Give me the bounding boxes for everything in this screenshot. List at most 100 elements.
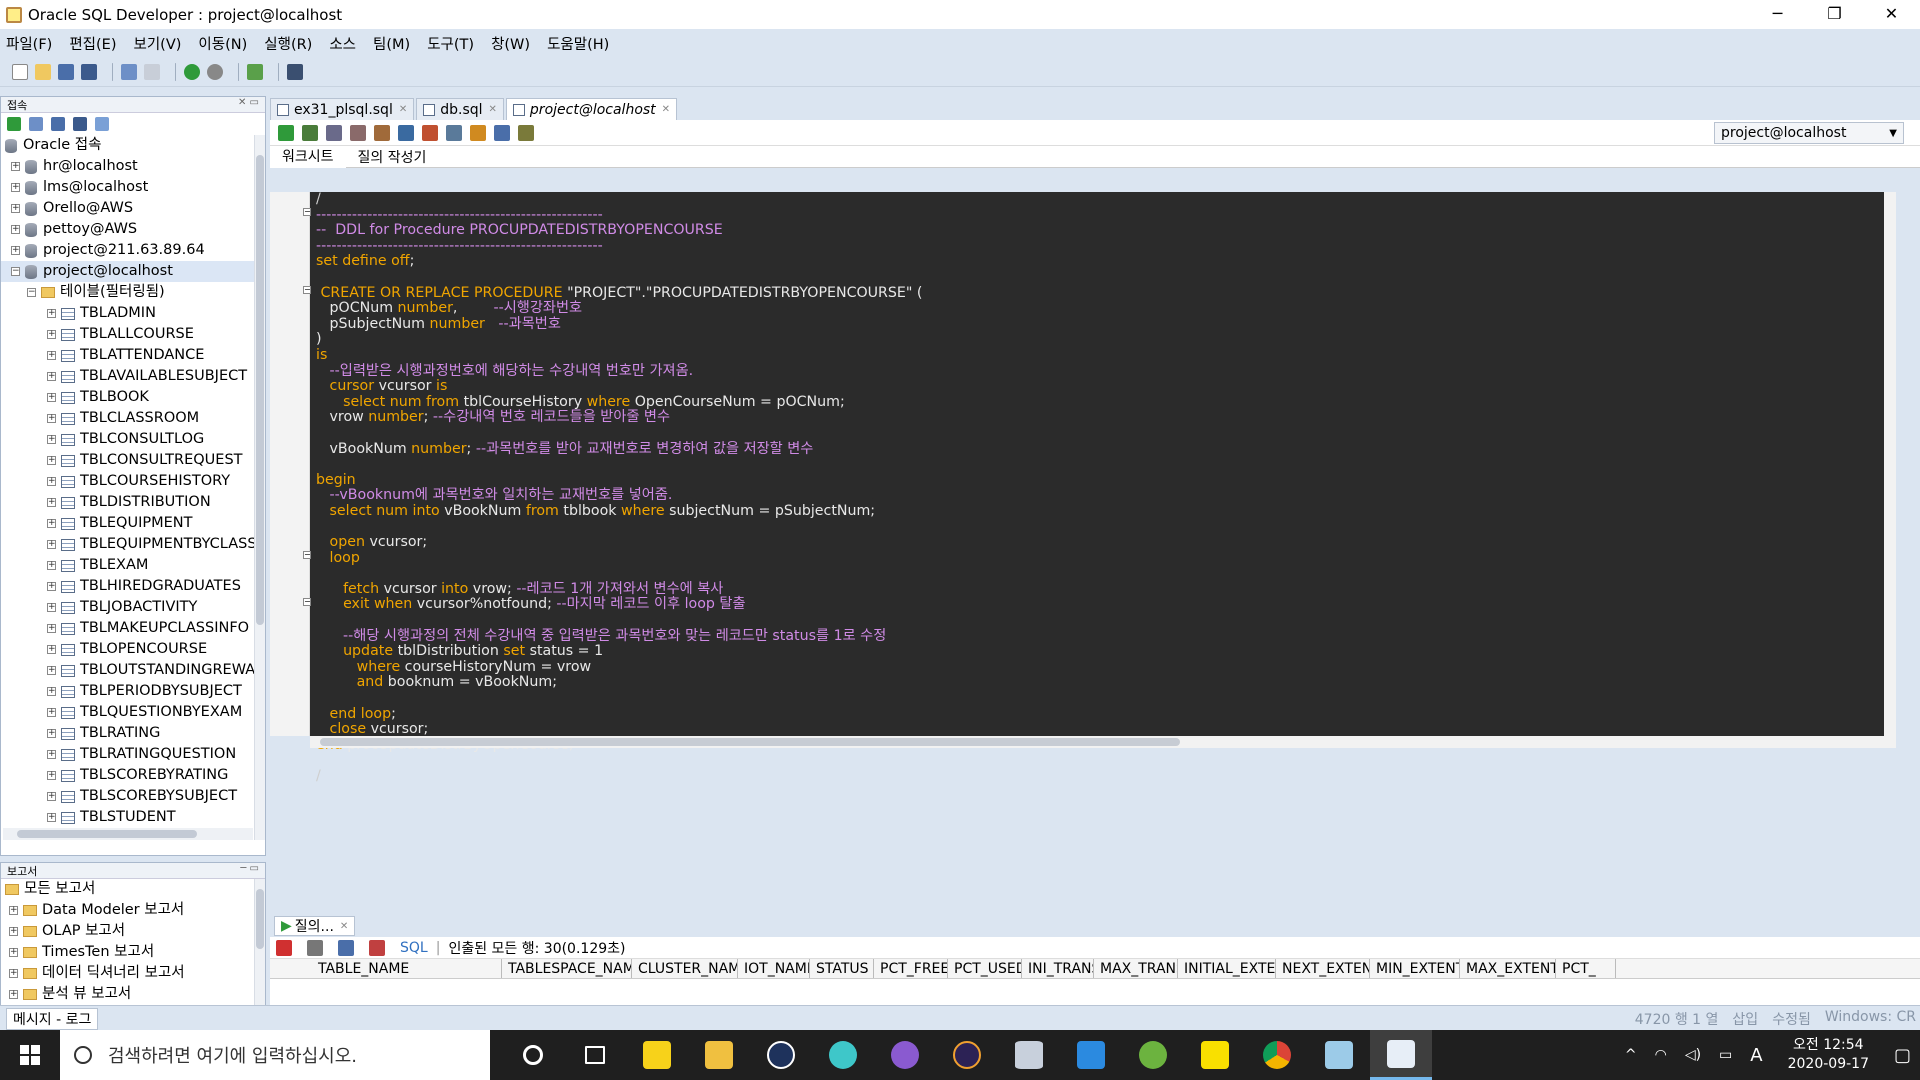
expand-toggle-icon[interactable]: + xyxy=(9,948,18,957)
explain-plan-icon[interactable] xyxy=(398,124,414,141)
expand-toggle-icon[interactable]: + xyxy=(47,477,56,486)
menu-item-4[interactable]: 실행(R) xyxy=(264,33,312,54)
cancel-icon[interactable] xyxy=(369,939,385,956)
tree-table[interactable]: + TBLPERIODBYSUBJECT xyxy=(1,681,265,702)
sticky-notes-icon[interactable] xyxy=(626,1030,688,1080)
expand-toggle-icon[interactable]: + xyxy=(47,624,56,633)
task-view-icon[interactable] xyxy=(564,1030,626,1080)
column-header[interactable]: PCT_FREE xyxy=(874,959,948,978)
expand-toggle-icon[interactable]: + xyxy=(9,906,18,915)
expand-toggle-icon[interactable]: + xyxy=(47,435,56,444)
fold-toggle-icon[interactable]: − xyxy=(303,286,311,294)
expand-toggle-icon[interactable]: + xyxy=(47,813,56,822)
tree-table[interactable]: + TBLCONSULTREQUEST xyxy=(1,450,265,471)
volume-icon[interactable]: ◁) xyxy=(1685,1047,1701,1063)
tree-table[interactable]: + TBLSCOREBYRATING xyxy=(1,765,265,786)
tree-table[interactable]: + TBLOUTSTANDINGREWA xyxy=(1,660,265,681)
menu-item-3[interactable]: 이동(N) xyxy=(198,33,247,54)
run-statement-icon[interactable] xyxy=(278,124,294,141)
expand-toggle-icon[interactable]: + xyxy=(47,729,56,738)
messages-log-tab[interactable]: 메시지 - 로그 xyxy=(6,1007,99,1030)
expand-toggle-icon[interactable]: + xyxy=(47,582,56,591)
tree-connection[interactable]: + lms@localhost xyxy=(1,177,265,198)
history-icon[interactable] xyxy=(494,124,510,141)
expand-toggle-icon[interactable]: + xyxy=(47,351,56,360)
minimize-button[interactable]: ─ xyxy=(1749,0,1806,29)
tree-connection[interactable]: + hr@localhost xyxy=(1,156,265,177)
expand-toggle-icon[interactable]: + xyxy=(47,771,56,780)
tree-connection[interactable]: + Orello@AWS xyxy=(1,198,265,219)
menu-item-1[interactable]: 편집(E) xyxy=(69,33,116,54)
connection-selector[interactable]: project@localhost ▼ xyxy=(1714,122,1904,144)
column-header[interactable]: INI_TRANS xyxy=(1022,959,1094,978)
menu-item-5[interactable]: 소스 xyxy=(329,33,356,54)
close-icon[interactable]: ✕ xyxy=(489,104,497,115)
commit-icon[interactable] xyxy=(326,124,342,141)
schema-browser-icon[interactable] xyxy=(73,117,87,131)
tree-table[interactable]: + TBLSTUDENT xyxy=(1,807,265,828)
menu-item-6[interactable]: 팀(M) xyxy=(373,33,410,54)
back-icon[interactable] xyxy=(184,63,200,80)
tree-table[interactable]: + TBLJOBACTIVITY xyxy=(1,597,265,618)
wifi-icon[interactable]: ◠ xyxy=(1655,1047,1667,1063)
collapse-toggle-icon[interactable]: − xyxy=(11,267,20,276)
maximize-button[interactable]: ❐ xyxy=(1806,0,1863,29)
sql-tuning-icon[interactable] xyxy=(422,124,438,141)
reports-scrollbar[interactable] xyxy=(254,879,265,1009)
tree-connection[interactable]: − project@localhost xyxy=(1,261,265,282)
refresh-icon[interactable] xyxy=(338,939,354,956)
pin-icon[interactable] xyxy=(276,939,292,956)
kakaotalk-icon[interactable] xyxy=(1184,1030,1246,1080)
eclipse-icon[interactable] xyxy=(936,1030,998,1080)
tree-table[interactable]: + TBLALLCOURSE xyxy=(1,324,265,345)
expand-toggle-icon[interactable]: + xyxy=(47,645,56,654)
new-icon[interactable] xyxy=(12,63,28,80)
expand-toggle-icon[interactable]: + xyxy=(11,246,20,255)
forward-icon[interactable] xyxy=(207,63,223,80)
tab-query-result[interactable]: ▶ 질의... ✕ xyxy=(274,916,356,936)
format-icon[interactable] xyxy=(518,124,534,141)
vscode-icon[interactable] xyxy=(1060,1030,1122,1080)
tree-table[interactable]: + TBLCLASSROOM xyxy=(1,408,265,429)
sql-worksheet-icon[interactable] xyxy=(247,63,263,80)
collapse-toggle-icon[interactable]: − xyxy=(27,288,36,297)
tab-editor-2[interactable]: project@localhost ✕ xyxy=(505,98,678,120)
expand-toggle-icon[interactable]: + xyxy=(11,183,20,192)
expand-toggle-icon[interactable]: + xyxy=(9,927,18,936)
column-header[interactable]: NEXT_EXTENT xyxy=(1276,959,1370,978)
expand-toggle-icon[interactable]: + xyxy=(47,792,56,801)
tree-table[interactable]: + TBLAVAILABLESUBJECT xyxy=(1,366,265,387)
sql-link[interactable]: SQL xyxy=(400,940,428,956)
tree-root[interactable]: Oracle 접속 xyxy=(1,135,265,156)
file-explorer-icon[interactable] xyxy=(688,1030,750,1080)
chrome-icon[interactable] xyxy=(1246,1030,1308,1080)
connections-scrollbar[interactable] xyxy=(254,135,265,840)
tree-report[interactable]: + Data Modeler 보고서 xyxy=(1,900,265,921)
print-icon[interactable] xyxy=(307,939,323,956)
expand-toggle-icon[interactable]: + xyxy=(47,498,56,507)
tree-table[interactable]: + TBLQUESTIONBYEXAM xyxy=(1,702,265,723)
column-header[interactable]: MAX_EXTENTS xyxy=(1460,959,1556,978)
tree-folder-tables[interactable]: − 테이블(필터링됨) xyxy=(1,282,265,303)
tab-editor-1[interactable]: db.sql ✕ xyxy=(416,98,504,120)
ime-indicator[interactable]: A xyxy=(1750,1045,1762,1066)
menu-item-7[interactable]: 도구(T) xyxy=(427,33,474,54)
close-icon[interactable]: ✕ xyxy=(340,921,348,932)
notification-icon[interactable]: ▢ xyxy=(1894,1045,1911,1066)
tab-editor-0[interactable]: ex31_plsql.sql ✕ xyxy=(270,98,415,120)
code-editor[interactable]: − − − − / -------------------------------… xyxy=(270,191,1896,784)
tree-connection[interactable]: + project@211.63.89.64 xyxy=(1,240,265,261)
refresh-icon[interactable] xyxy=(29,117,43,131)
tab-worksheet[interactable]: 워크시트 xyxy=(270,146,346,168)
autotrace-icon[interactable] xyxy=(374,124,390,141)
fold-toggle-icon[interactable]: − xyxy=(303,208,311,216)
expand-toggle-icon[interactable]: + xyxy=(47,393,56,402)
column-header[interactable]: TABLE_NAME xyxy=(270,959,502,978)
panel-buttons[interactable]: ✕ ▭ xyxy=(238,97,259,108)
save-all-icon[interactable] xyxy=(81,63,97,80)
editor-hscrollbar[interactable] xyxy=(310,736,1896,748)
save-icon[interactable] xyxy=(58,63,74,80)
expand-toggle-icon[interactable]: + xyxy=(47,330,56,339)
tree-report[interactable]: + OLAP 보고서 xyxy=(1,921,265,942)
expand-toggle-icon[interactable]: + xyxy=(47,666,56,675)
